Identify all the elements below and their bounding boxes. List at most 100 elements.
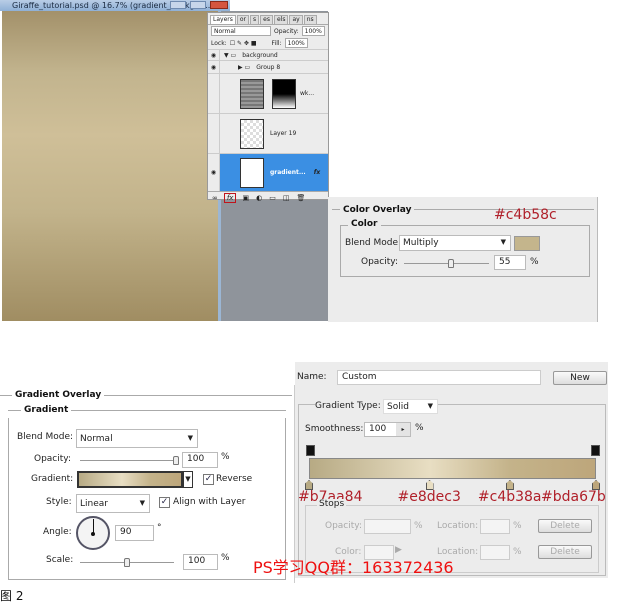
blend-mode-select[interactable]: Multiply ▼: [399, 235, 511, 251]
reverse-checkbox[interactable]: ✓: [203, 474, 214, 485]
link-icon[interactable]: ∞: [212, 194, 218, 202]
opacity-location-field[interactable]: [480, 519, 510, 534]
eye-icon[interactable]: ◉: [208, 50, 220, 60]
section-title: Gradient Overlay: [12, 390, 105, 400]
scale-label: Scale:: [46, 555, 74, 565]
eye-icon[interactable]: ◉: [208, 154, 220, 191]
scale-slider[interactable]: [80, 558, 174, 567]
fx-badge-icon[interactable]: fx: [314, 169, 320, 176]
blend-mode-value: Normal: [80, 434, 113, 444]
opacity-field[interactable]: 100%: [301, 26, 325, 36]
new-button[interactable]: New: [553, 371, 607, 385]
gradient-type-select[interactable]: Solid ▼: [383, 399, 438, 414]
new-layer-icon[interactable]: ◫: [283, 194, 290, 202]
adjustment-icon[interactable]: ◐: [256, 194, 262, 202]
layer-thumbnail: [240, 118, 264, 149]
opacity-stop-right[interactable]: [591, 445, 600, 456]
gradient-preview[interactable]: [77, 471, 183, 488]
name-field[interactable]: Custom: [337, 370, 541, 385]
align-checkbox[interactable]: ✓: [159, 497, 170, 508]
opacity-field[interactable]: 55: [494, 255, 526, 270]
eye-icon[interactable]: ◉: [208, 61, 220, 73]
color-annotation: #c4b58c: [494, 207, 557, 223]
smoothness-field[interactable]: 100 ▸: [364, 422, 411, 437]
tab-6[interactable]: ay: [289, 15, 303, 24]
mask-icon[interactable]: ▣: [242, 194, 249, 202]
folder-icon: ▶ ▭: [238, 63, 251, 71]
opacity-label: Opacity:: [361, 257, 398, 267]
chevron-down-icon: ▼: [427, 402, 433, 410]
gradient-dropdown-button[interactable]: ▼: [183, 471, 193, 488]
opacity-label: Opacity:: [34, 454, 71, 464]
tab-layers[interactable]: Layers: [210, 15, 236, 24]
maximize-button[interactable]: [190, 1, 206, 9]
minimize-button[interactable]: [170, 1, 186, 9]
style-select[interactable]: Linear ▼: [76, 494, 150, 513]
color-location-field[interactable]: [480, 545, 510, 560]
tab-2[interactable]: or: [236, 15, 249, 24]
tab-4[interactable]: es: [260, 15, 273, 24]
slider-thumb[interactable]: [447, 259, 454, 268]
opacity-slider[interactable]: [80, 456, 179, 465]
eye-hidden[interactable]: [208, 114, 220, 153]
layer-name: gradient...: [270, 169, 306, 176]
fill-label: Fill:: [271, 39, 282, 47]
delete-opacity-stop-button[interactable]: Delete: [538, 519, 592, 533]
lock-icons[interactable]: ☐ ✎ ✥ ■: [230, 40, 257, 47]
percent-label: %: [513, 521, 522, 531]
blend-mode-select[interactable]: Normal: [211, 26, 271, 36]
tab-7[interactable]: ns: [303, 15, 317, 24]
blend-mode-select[interactable]: Normal ▼: [76, 429, 198, 448]
tab-5[interactable]: els: [273, 15, 289, 24]
blend-mode-label: Blend Mode:: [17, 432, 74, 442]
color-swatch[interactable]: [514, 236, 540, 251]
layer-row-group8[interactable]: ◉ ▶ ▭ Group 8: [208, 60, 328, 73]
gradient-bar[interactable]: [309, 458, 596, 479]
close-button[interactable]: [210, 1, 228, 9]
gradient-type-value: Solid: [387, 402, 409, 412]
layer-row-masked[interactable]: wk...: [208, 73, 328, 113]
smoothness-value: 100: [369, 424, 387, 434]
stepper-arrow-icon[interactable]: ▸: [396, 423, 410, 436]
angle-field[interactable]: 90: [115, 525, 154, 541]
opacity-stop-left[interactable]: [306, 445, 315, 456]
delete-color-stop-button[interactable]: Delete: [538, 545, 592, 559]
reverse-label: Reverse: [216, 474, 253, 484]
slider-thumb[interactable]: [124, 558, 130, 567]
opacity-field[interactable]: 100: [182, 452, 218, 468]
eye-hidden[interactable]: [208, 74, 220, 113]
document-canvas[interactable]: [2, 11, 218, 321]
section-title: Color Overlay: [340, 205, 415, 215]
percent-label: %: [221, 452, 230, 462]
trash-icon[interactable]: 🗑: [296, 194, 305, 202]
percent-label: %: [415, 423, 424, 433]
chevron-down-icon: ▼: [139, 499, 145, 507]
color-stop-label: #e8dec3: [397, 489, 461, 505]
window-title-bar: Giraffe_tutorial.psd @ 16.7% (gradient_b…: [0, 0, 230, 11]
stop-opacity-field[interactable]: [364, 519, 411, 534]
watermark-text: PS学习QQ群：163372436: [253, 558, 454, 577]
layer-row-layer19[interactable]: Layer 19: [208, 113, 328, 153]
color-stop-label: #bda67b: [541, 489, 606, 505]
color-stop-label: #c4b38a: [477, 489, 542, 505]
folder-icon[interactable]: ▭: [269, 194, 276, 202]
stop-opacity-label: Opacity:: [325, 521, 362, 531]
gradient-type-label: Gradient Type:: [315, 401, 383, 411]
angle-dial[interactable]: [76, 516, 110, 550]
align-label: Align with Layer: [173, 497, 246, 507]
opacity-location-label: Location:: [437, 521, 479, 531]
fill-field[interactable]: 100%: [284, 38, 308, 48]
opacity-slider[interactable]: [404, 259, 489, 268]
blend-mode-label: Blend Mode:: [345, 238, 402, 248]
fx-icon[interactable]: fx: [223, 192, 237, 203]
color-overlay-panel: Color Overlay Color #c4b58c Blend Mode: …: [328, 197, 598, 322]
layers-panel: Layers or s es els ay ns Normal Opacity:…: [207, 12, 329, 203]
layer-row-gradient[interactable]: ◉ gradient... fx: [208, 153, 328, 191]
blend-mode-value: Multiply: [403, 238, 439, 248]
layer-row-background[interactable]: ◉ ▼ ▭ background: [208, 49, 328, 60]
tab-3[interactable]: s: [250, 15, 260, 24]
panel-tabs: Layers or s es els ay ns: [208, 13, 328, 25]
scale-field[interactable]: 100: [183, 554, 218, 570]
slider-thumb[interactable]: [173, 456, 179, 465]
layer-name: wk...: [300, 90, 315, 97]
